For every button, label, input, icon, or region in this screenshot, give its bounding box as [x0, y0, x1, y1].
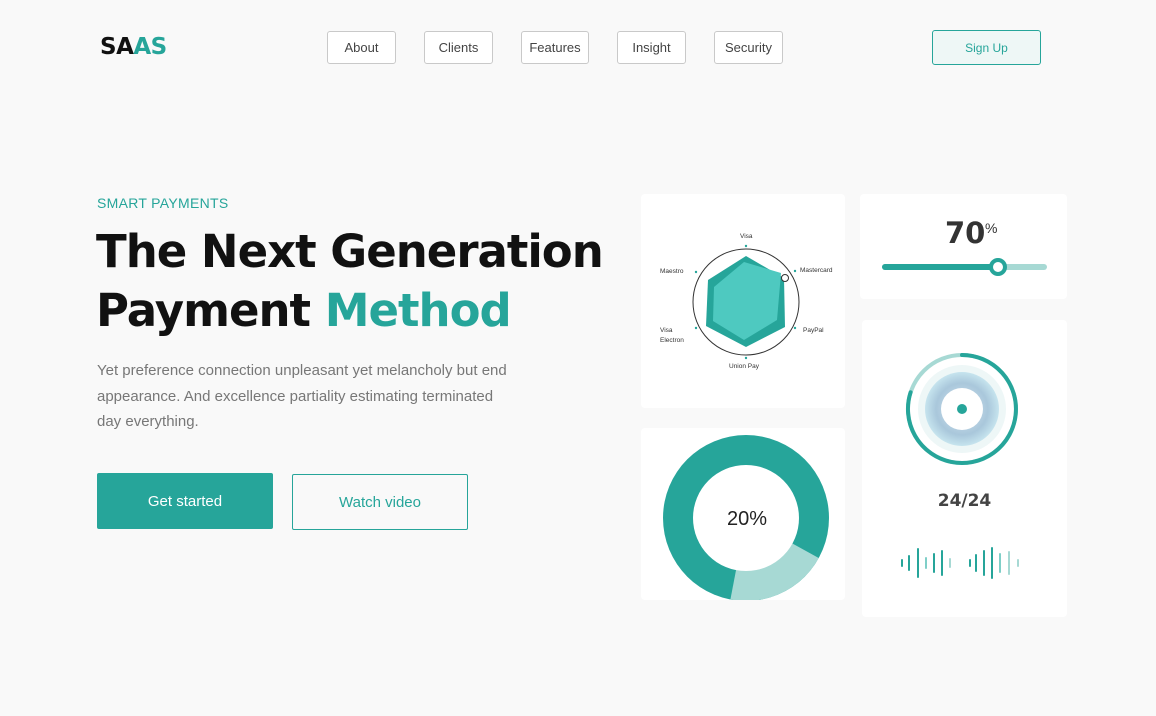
- radar-axis-dot: [694, 270, 698, 274]
- radar-axis-dot: [793, 269, 797, 273]
- signup-button[interactable]: Sign Up: [932, 30, 1041, 65]
- logo-part-1: SA: [100, 34, 134, 60]
- logo-part-2: AS: [133, 34, 167, 60]
- radar-label-maestro: Maestro: [660, 268, 684, 275]
- audio-player-card: 24/24: [862, 320, 1067, 617]
- brand-logo[interactable]: SAAS: [100, 34, 167, 60]
- slider-thumb[interactable]: [988, 258, 1007, 276]
- radar-label-visa-electron: Visa Electron: [660, 327, 684, 344]
- hero-headline: The Next Generation Payment Method: [96, 222, 604, 340]
- radar-label-visa-electron-line-2: Electron: [660, 337, 684, 344]
- radar-axis-dot: [793, 326, 797, 330]
- hero-description: Yet preference connection unpleasant yet…: [97, 362, 507, 430]
- audio-waveform-icon: [901, 547, 1019, 579]
- track-count: 24/24: [937, 491, 992, 511]
- headline-line-1: The Next Generation: [96, 225, 604, 278]
- nav-insight[interactable]: Insight: [617, 31, 686, 64]
- headline-plain: Payment: [96, 284, 311, 337]
- get-started-button[interactable]: Get started: [97, 473, 273, 529]
- percentage-slider-card: 70 %: [860, 194, 1067, 299]
- nav-security[interactable]: Security: [714, 31, 783, 64]
- headline-accent: Method: [324, 284, 512, 337]
- slider-unit: %: [985, 220, 998, 236]
- slider-fill: [882, 264, 998, 270]
- audio-disc-icon[interactable]: [862, 320, 1067, 480]
- disc-dot: [957, 404, 967, 414]
- radar-axis-dot: [744, 244, 748, 248]
- donut-label: 20%: [726, 508, 768, 530]
- slider-track[interactable]: [882, 258, 1047, 276]
- radar-marker: [781, 274, 789, 282]
- watch-video-button[interactable]: Watch video: [292, 474, 468, 530]
- radar-chart: Visa Mastercard PayPal Union Pay Visa El…: [660, 233, 833, 370]
- nav-features[interactable]: Features: [521, 31, 589, 64]
- nav-clients[interactable]: Clients: [424, 31, 493, 64]
- radar-label-union-pay: Union Pay: [729, 363, 760, 370]
- radar-label-mastercard: Mastercard: [800, 267, 833, 274]
- radar-axis-dot: [744, 356, 748, 360]
- radar-label-visa-electron-line-1: Visa: [660, 327, 673, 334]
- hero-eyebrow: SMART PAYMENTS: [97, 195, 229, 211]
- waveform-bars: [901, 547, 1019, 579]
- nav-about[interactable]: About: [327, 31, 396, 64]
- radar-label-paypal: PayPal: [803, 327, 824, 334]
- slider-value: 70: [945, 216, 986, 250]
- donut-card: 20%: [641, 428, 845, 600]
- radar-label-visa: Visa: [740, 233, 753, 240]
- headline-line-2: Payment Method: [96, 281, 603, 340]
- radar-card: Visa Mastercard PayPal Union Pay Visa El…: [641, 194, 845, 408]
- radar-axis-dot: [694, 326, 698, 330]
